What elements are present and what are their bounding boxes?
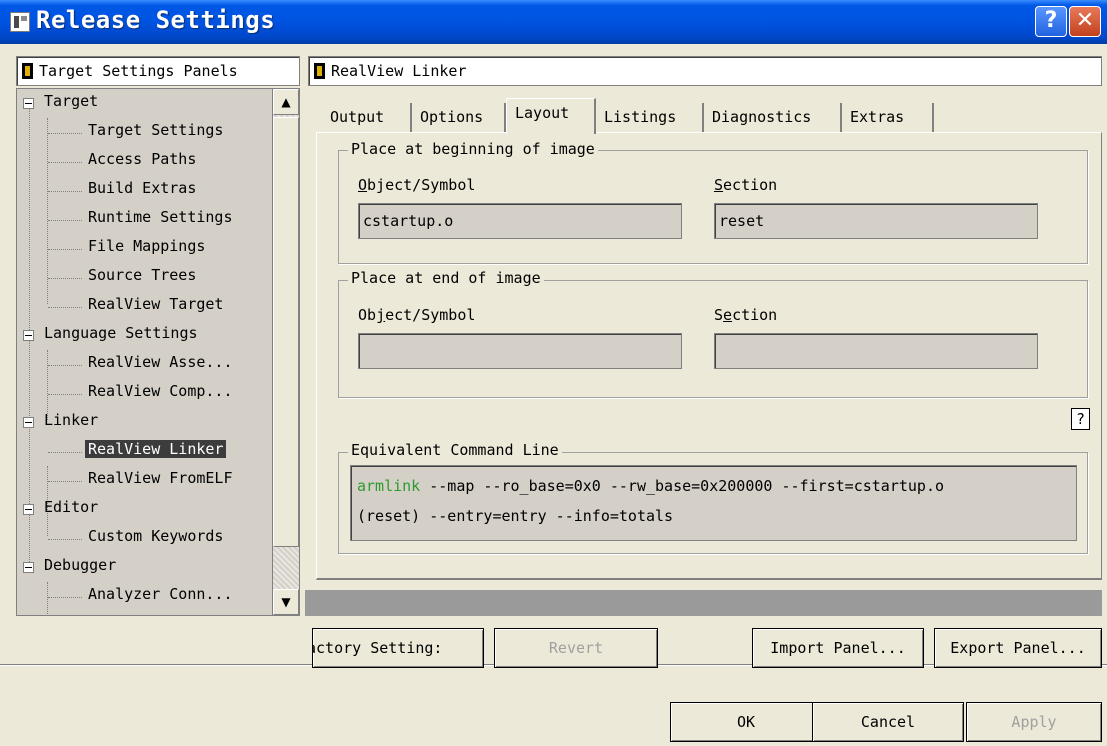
- window-title: Release Settings: [36, 6, 276, 34]
- import-panel-button[interactable]: Import Panel...: [752, 628, 924, 668]
- collapse-icon[interactable]: [23, 562, 34, 573]
- tree-item-file-mappings[interactable]: File Mappings: [17, 234, 279, 263]
- app-icon: [10, 12, 30, 32]
- tree-item-custom-keywords[interactable]: Custom Keywords: [17, 524, 279, 553]
- help-button[interactable]: ?: [1035, 6, 1067, 37]
- scroll-thumb[interactable]: [273, 117, 299, 547]
- tree-item-target[interactable]: Target: [17, 89, 279, 118]
- collapse-icon[interactable]: [23, 417, 34, 428]
- tree-item-source-trees[interactable]: Source Trees: [17, 263, 279, 292]
- tree-item-realview-target[interactable]: RealView Target: [17, 292, 279, 321]
- panel-header-label: RealView Linker: [331, 62, 467, 80]
- collapse-icon[interactable]: [23, 504, 34, 515]
- title-bar: Release Settings ? ✕: [0, 0, 1107, 44]
- begin-section-field[interactable]: reset: [714, 203, 1038, 239]
- panel-header: RealView Linker: [308, 56, 1102, 86]
- apply-button[interactable]: Apply: [966, 702, 1102, 742]
- panels-header-label: Target Settings Panels: [39, 62, 238, 80]
- command-args-line1: --map --ro_base=0x0 --rw_base=0x200000 -…: [420, 477, 945, 495]
- tab-listings[interactable]: Listings: [596, 103, 704, 133]
- command-line-group-title: Equivalent Command Line: [348, 441, 562, 459]
- tree-item-realview-linker[interactable]: RealView Linker: [17, 437, 279, 466]
- factory-settings-button[interactable]: actory Setting:: [312, 628, 484, 668]
- end-image-group-title: Place at end of image: [348, 269, 544, 287]
- revert-button[interactable]: Revert: [494, 628, 658, 668]
- collapse-icon[interactable]: [23, 98, 34, 109]
- panel-icon: [22, 63, 33, 79]
- begin-image-group-title: Place at beginning of image: [348, 140, 598, 158]
- begin-object-field[interactable]: cstartup.o: [358, 203, 682, 239]
- tree-item-linker[interactable]: Linker: [17, 408, 279, 437]
- tree-item-access-paths[interactable]: Access Paths: [17, 147, 279, 176]
- tab-extras[interactable]: Extras: [842, 103, 934, 133]
- help-icon[interactable]: ?: [1071, 408, 1090, 430]
- tree-item-editor[interactable]: Editor: [17, 495, 279, 524]
- tree-item-target-settings[interactable]: Target Settings: [17, 118, 279, 147]
- tab-layout[interactable]: Layout: [506, 98, 596, 134]
- tree-item-analyzer-connections[interactable]: Analyzer Conn...: [17, 582, 279, 611]
- tree-item-runtime-settings[interactable]: Runtime Settings: [17, 205, 279, 234]
- tree-item-language-settings[interactable]: Language Settings: [17, 321, 279, 350]
- export-panel-button[interactable]: Export Panel...: [934, 628, 1102, 668]
- end-object-field[interactable]: [358, 333, 682, 369]
- end-object-label: Object/Symbol: [358, 306, 476, 324]
- tree-item-realview-compiler[interactable]: RealView Comp...: [17, 379, 279, 408]
- panel-icon: [314, 63, 325, 79]
- tree-item-realview-assembler[interactable]: RealView Asse...: [17, 350, 279, 379]
- tab-output[interactable]: Output: [322, 103, 412, 133]
- tree-item-realview-fromelf[interactable]: RealView FromELF: [17, 466, 279, 495]
- scroll-up-icon[interactable]: ▲: [273, 89, 299, 115]
- begin-section-label: Section: [714, 176, 778, 194]
- ok-button[interactable]: OK: [670, 702, 822, 742]
- panels-header: Target Settings Panels: [16, 56, 300, 86]
- tree-item-debugger[interactable]: Debugger: [17, 553, 279, 582]
- tree-item-build-extras[interactable]: Build Extras: [17, 176, 279, 205]
- tab-options[interactable]: Options: [412, 103, 506, 133]
- command-args-line2: (reset) --entry=entry --info=totals: [357, 507, 674, 525]
- begin-object-label: Object/Symbol: [358, 176, 476, 194]
- collapse-icon[interactable]: [23, 330, 34, 341]
- scroll-down-icon[interactable]: ▼: [273, 589, 299, 615]
- settings-tree[interactable]: Target Target Settings Access Paths Buil…: [16, 88, 300, 616]
- tree-scrollbar[interactable]: ▲ ▼: [272, 88, 300, 616]
- end-section-label: Section: [714, 306, 778, 324]
- status-strip: [305, 590, 1102, 616]
- command-line-text: armlink --map --ro_base=0x0 --rw_base=0x…: [350, 465, 1077, 541]
- end-section-field[interactable]: [714, 333, 1038, 369]
- cancel-button[interactable]: Cancel: [812, 702, 964, 742]
- tab-diagnostics[interactable]: Diagnostics: [704, 103, 842, 133]
- close-button[interactable]: ✕: [1069, 6, 1101, 37]
- command-keyword: armlink: [357, 477, 421, 495]
